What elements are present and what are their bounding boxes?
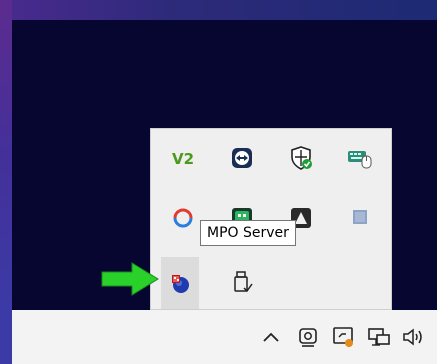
usb-eject-icon[interactable] [227, 267, 257, 297]
taskbar-left-edge [0, 310, 12, 364]
mpo-server-tooltip: MPO Server [200, 220, 296, 246]
desktop-left-band [0, 0, 12, 310]
display-icon[interactable] [330, 324, 356, 350]
green-arrow-icon [100, 261, 160, 301]
chevron-up-icon[interactable] [258, 324, 284, 350]
desktop-top-band [0, 0, 437, 20]
camera-icon[interactable] [295, 324, 321, 350]
teamviewer-icon[interactable] [227, 143, 257, 173]
keyboard-mouse-icon[interactable] [345, 143, 375, 173]
volume-icon[interactable] [400, 324, 426, 350]
tray-overflow-panel: V2 [150, 128, 392, 310]
note-icon[interactable] [345, 203, 375, 233]
sync-icon[interactable] [168, 203, 198, 233]
mpo-server-icon[interactable] [161, 257, 199, 309]
windows-security-icon[interactable] [286, 143, 316, 173]
veeam-icon[interactable]: V2 [168, 143, 198, 173]
taskbar [0, 310, 437, 364]
network-icon[interactable] [366, 324, 392, 350]
veeam-label: V2 [172, 150, 194, 167]
